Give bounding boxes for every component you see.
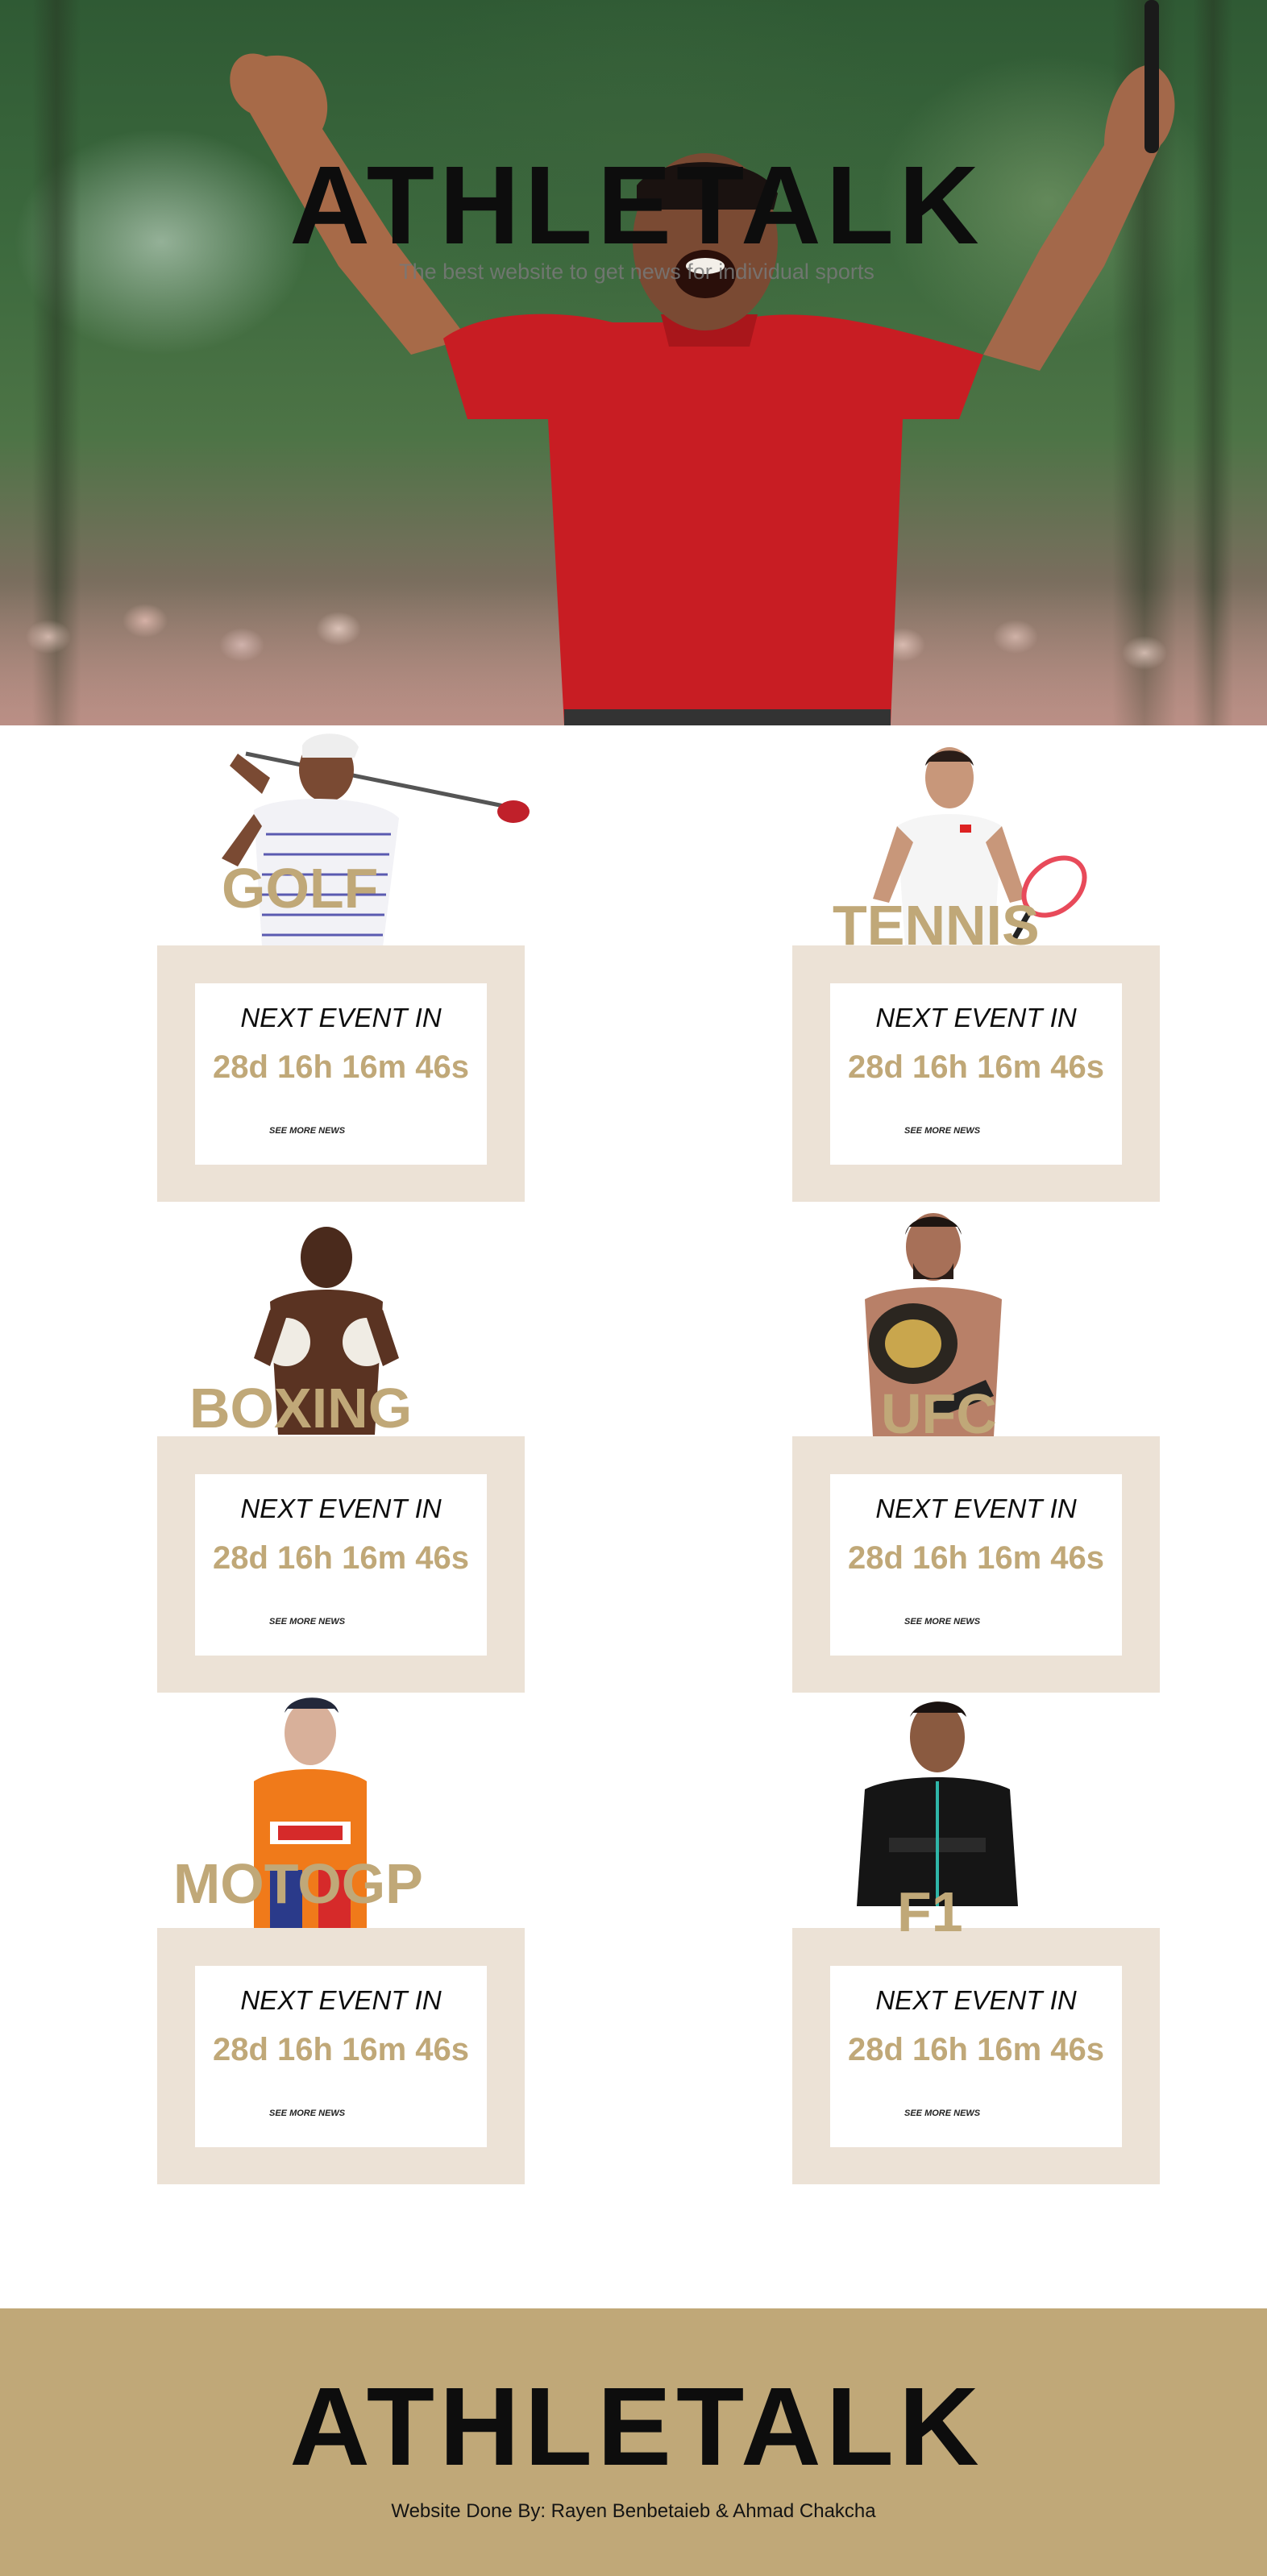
sport-title-f1: F1: [897, 1880, 963, 1943]
next-event-label: NEXT EVENT IN: [875, 1494, 1077, 1523]
event-card-ufc: NEXT EVENT IN 28d 16h 16m 46s SEE MORE N…: [792, 1436, 1160, 1693]
hero-banner: ATHLETALK The best website to get news f…: [0, 0, 1267, 725]
sport-section-tennis: TENNIS NEXT EVENT IN 28d 16h 16m 46s SEE…: [792, 721, 1160, 1205]
countdown-timer: 28d 16h 16m 46s: [213, 2032, 469, 2067]
site-tagline: The best website to get news for individ…: [399, 260, 874, 284]
sport-title-golf: GOLF: [222, 857, 379, 920]
countdown-timer: 28d 16h 16m 46s: [213, 1540, 469, 1576]
event-card-golf: NEXT EVENT IN 28d 16h 16m 46s SEE MORE N…: [157, 945, 525, 1202]
event-card-boxing: NEXT EVENT IN 28d 16h 16m 46s SEE MORE N…: [157, 1436, 525, 1693]
see-more-news-link[interactable]: SEE MORE NEWS: [904, 2109, 980, 2118]
sport-section-motogp: MOTOGP NEXT EVENT IN 28d 16h 16m 46s SEE…: [157, 1693, 525, 2192]
sport-section-ufc: UFC NEXT EVENT IN 28d 16h 16m 46s SEE MO…: [792, 1203, 1160, 1694]
event-card-inner: NEXT EVENT IN 28d 16h 16m 46s SEE MORE N…: [195, 1966, 487, 2147]
next-event-label: NEXT EVENT IN: [875, 1003, 1077, 1032]
see-more-news-link[interactable]: SEE MORE NEWS: [904, 1617, 980, 1627]
sport-section-golf: GOLF NEXT EVENT IN 28d 16h 16m 46s SEE M…: [157, 721, 530, 1205]
see-more-news-link[interactable]: SEE MORE NEWS: [269, 1126, 345, 1136]
next-event-label: NEXT EVENT IN: [875, 1985, 1077, 2015]
countdown-timer: 28d 16h 16m 46s: [848, 1049, 1104, 1085]
countdown-timer: 28d 16h 16m 46s: [213, 1049, 469, 1085]
event-card-motogp: NEXT EVENT IN 28d 16h 16m 46s SEE MORE N…: [157, 1928, 525, 2184]
event-card-f1: NEXT EVENT IN 28d 16h 16m 46s SEE MORE N…: [792, 1928, 1160, 2184]
event-card-inner: NEXT EVENT IN 28d 16h 16m 46s SEE MORE N…: [830, 1966, 1122, 2147]
event-card-inner: NEXT EVENT IN 28d 16h 16m 46s SEE MORE N…: [195, 1474, 487, 1656]
next-event-label: NEXT EVENT IN: [240, 1494, 442, 1523]
f1-driver-photo: [857, 1701, 1018, 1906]
sport-title-boxing: BOXING: [189, 1377, 413, 1440]
sport-title-ufc: UFC: [881, 1382, 997, 1445]
footer-logo[interactable]: ATHLETALK: [274, 2366, 999, 2487]
site-footer: ATHLETALK Website Done By: Rayen Benbeta…: [0, 2308, 1267, 2576]
next-event-label: NEXT EVENT IN: [240, 1003, 442, 1032]
see-more-news-link[interactable]: SEE MORE NEWS: [904, 1126, 980, 1136]
site-logo[interactable]: ATHLETALK: [274, 145, 999, 266]
see-more-news-link[interactable]: SEE MORE NEWS: [269, 1617, 345, 1627]
sport-section-boxing: BOXING NEXT EVENT IN 28d 16h 16m 46s SEE…: [157, 1209, 525, 1693]
sport-title-motogp: MOTOGP: [173, 1852, 423, 1915]
event-card-inner: NEXT EVENT IN 28d 16h 16m 46s SEE MORE N…: [830, 983, 1122, 1165]
sport-title-tennis: TENNIS: [833, 894, 1040, 957]
celebrating-golfer-photo: [230, 0, 1175, 725]
see-more-news-link[interactable]: SEE MORE NEWS: [269, 2109, 345, 2118]
countdown-timer: 28d 16h 16m 46s: [848, 1540, 1104, 1576]
event-card-tennis: NEXT EVENT IN 28d 16h 16m 46s SEE MORE N…: [792, 945, 1160, 1202]
event-card-inner: NEXT EVENT IN 28d 16h 16m 46s SEE MORE N…: [195, 983, 487, 1165]
countdown-timer: 28d 16h 16m 46s: [848, 2032, 1104, 2067]
next-event-label: NEXT EVENT IN: [240, 1985, 442, 2015]
footer-credit: Website Done By: Rayen Benbetaieb & Ahma…: [391, 2500, 876, 2522]
sport-section-f1: F1 NEXT EVENT IN 28d 16h 16m 46s SEE MOR…: [792, 1693, 1160, 2192]
event-card-inner: NEXT EVENT IN 28d 16h 16m 46s SEE MORE N…: [830, 1474, 1122, 1656]
